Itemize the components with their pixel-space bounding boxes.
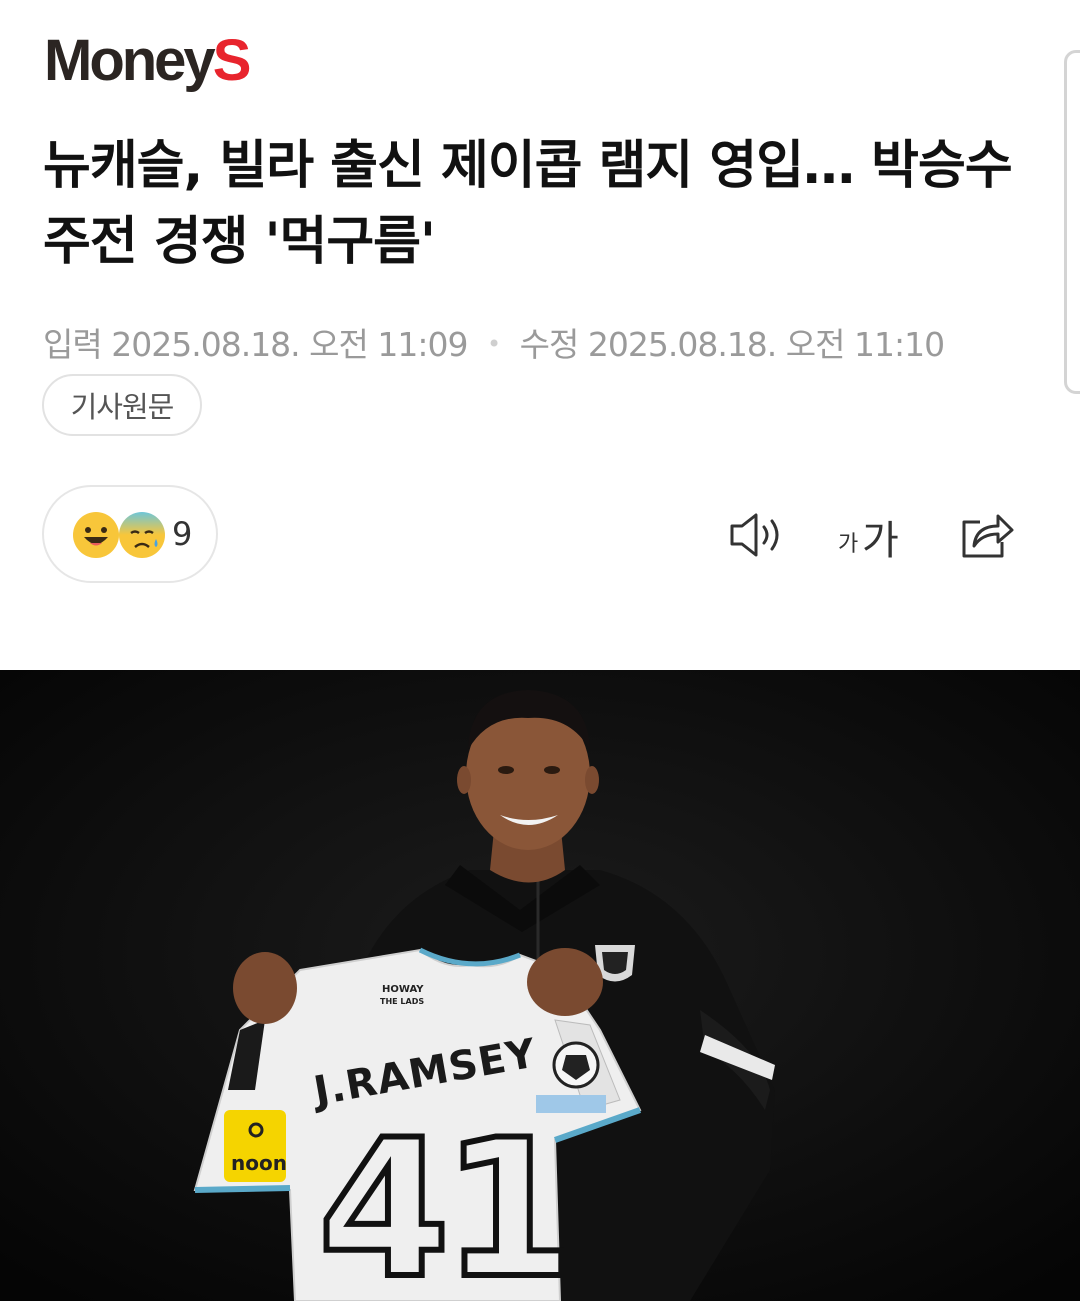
sad-sweat-face-icon xyxy=(119,512,165,558)
article-title: 뉴캐슬, 빌라 출신 제이콥 램지 영입… 박승수 주전 경쟁 '먹구름' xyxy=(43,136,1013,272)
font-size-large-glyph: 가 xyxy=(862,518,899,564)
reaction-count: 9 xyxy=(172,515,193,553)
article-photo: HOWAY THE LADS J.RAMSEY 41 noon xyxy=(0,670,1080,1301)
speaker-icon xyxy=(730,513,779,557)
scroll-indicator[interactable] xyxy=(1064,50,1080,394)
font-size-small-glyph: 가 xyxy=(838,532,859,557)
modified-label: 수정 xyxy=(519,325,580,364)
jersey-number: 41 xyxy=(318,1099,566,1301)
share-button[interactable] xyxy=(958,508,1016,562)
modified-date: 2025.08.18. 오전 11:10 xyxy=(587,325,945,364)
smiling-face-icon xyxy=(73,512,119,558)
sponsor-text: noon xyxy=(231,1151,287,1175)
moneys-logo[interactable]: MoneyS xyxy=(44,26,252,96)
meta-separator: • xyxy=(486,330,501,358)
published-date: 2025.08.18. 오전 11:09 xyxy=(111,325,468,364)
collar-text-1: HOWAY xyxy=(382,984,424,995)
speaker-button[interactable] xyxy=(728,508,786,562)
logo-money-text: Money xyxy=(44,28,216,93)
logo-s-text: S xyxy=(212,28,252,93)
font-size-button[interactable]: 가 가 xyxy=(838,508,908,564)
published-label: 입력 xyxy=(43,325,103,364)
reaction-button[interactable]: 9 xyxy=(42,485,218,583)
collar-text-2: THE LADS xyxy=(380,997,424,1006)
article-meta: 입력 2025.08.18. 오전 11:09 • 수정 2025.08.18.… xyxy=(43,318,945,366)
share-icon xyxy=(962,514,1014,558)
original-article-button[interactable]: 기사원문 xyxy=(42,374,202,436)
player-photo-illustration: HOWAY THE LADS J.RAMSEY 41 noon xyxy=(0,670,1080,1301)
